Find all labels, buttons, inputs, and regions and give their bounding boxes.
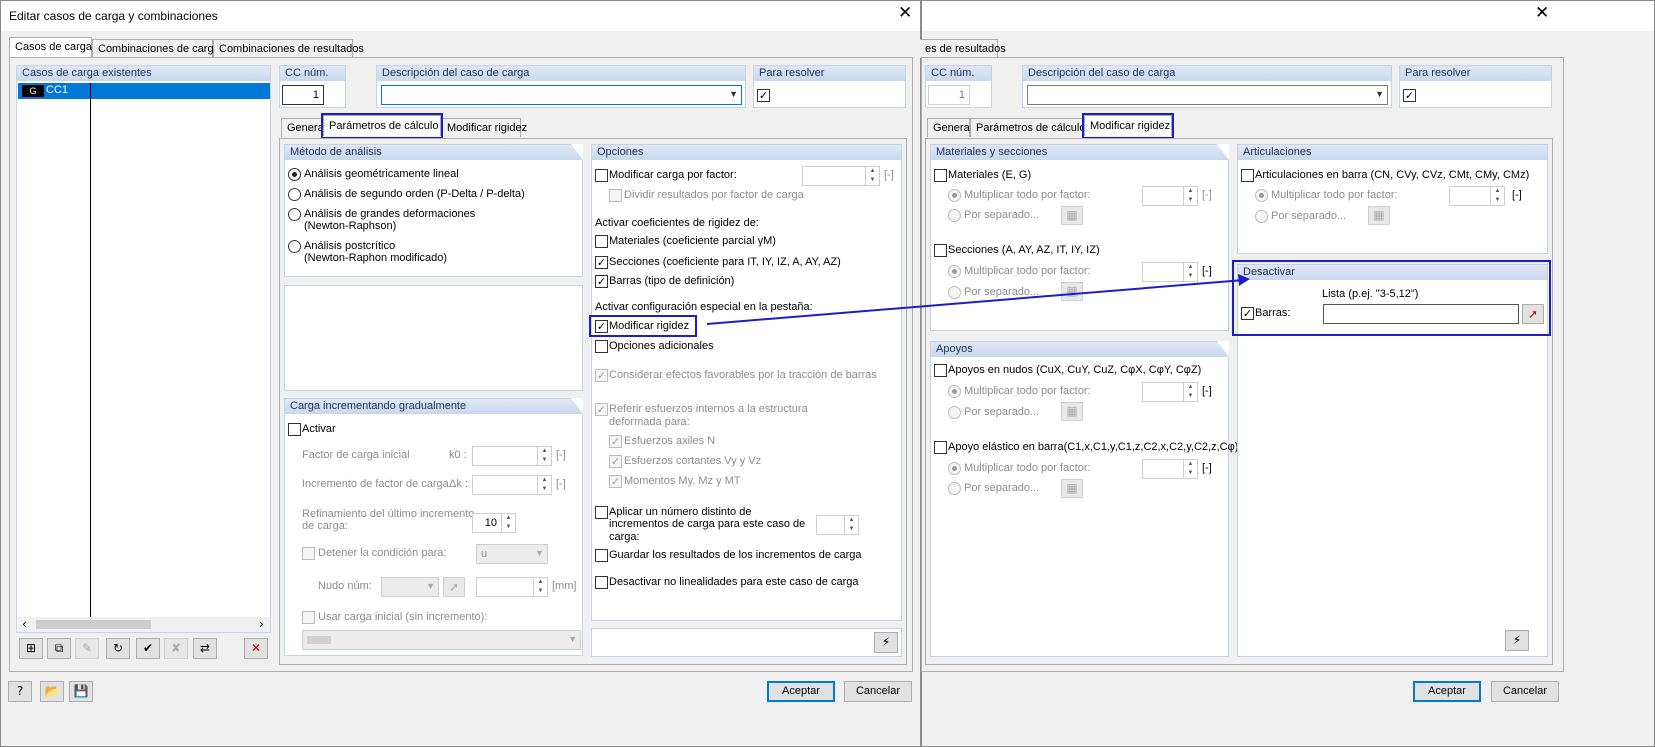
annotation-arrow xyxy=(706,274,1250,325)
